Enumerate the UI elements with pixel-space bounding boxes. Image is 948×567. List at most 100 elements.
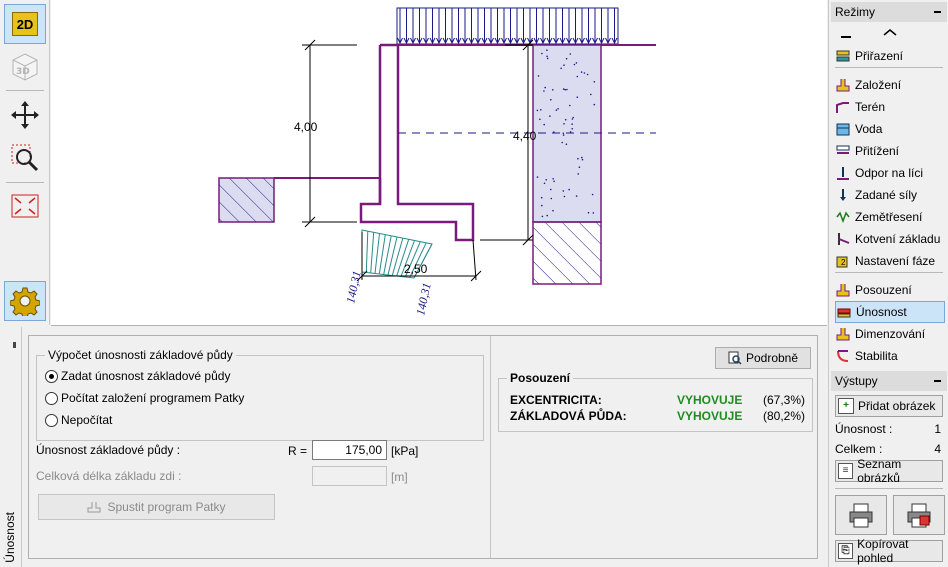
radio-compute-patky[interactable]: Počítat založení programem Patky bbox=[45, 391, 244, 405]
length-input[interactable] bbox=[312, 466, 387, 486]
earthquake-icon bbox=[836, 211, 850, 224]
mode-stability[interactable]: Stabilita bbox=[835, 345, 945, 367]
stage-settings-icon: 2 bbox=[836, 256, 848, 268]
celkem-count: Celkem : 4 bbox=[835, 442, 945, 456]
bottom-panel: Únosnost Výpočet únosnosti základové půd… bbox=[0, 327, 827, 567]
mode-foundation[interactable]: Založení bbox=[835, 74, 945, 96]
minimize-icon[interactable] bbox=[934, 380, 941, 382]
radio-enter-capacity[interactable]: Zadat únosnost základové půdy bbox=[45, 369, 230, 383]
bearing-capacity-icon bbox=[837, 308, 851, 318]
wall-outline bbox=[359, 43, 475, 242]
list-icon: ≡ bbox=[838, 463, 854, 479]
mode-water[interactable]: Voda bbox=[835, 118, 945, 140]
foundation-icon bbox=[836, 79, 850, 92]
printer-icon bbox=[849, 503, 873, 528]
mode-label: Dimenzování bbox=[855, 327, 926, 341]
details-label: Podrobně bbox=[745, 351, 799, 365]
svg-text:2: 2 bbox=[841, 258, 846, 267]
anchoring-icon bbox=[838, 233, 850, 245]
rezimy-header[interactable]: Režimy bbox=[831, 2, 947, 22]
surcharge-icon bbox=[836, 145, 850, 154]
radio-no-compute[interactable]: Nepočítat bbox=[45, 413, 112, 427]
mode-label: Terén bbox=[855, 100, 886, 114]
zoom-window-button[interactable] bbox=[4, 138, 46, 178]
zoom-extents-icon bbox=[11, 194, 39, 218]
print-button[interactable] bbox=[835, 495, 887, 535]
side-tab-label: Únosnost bbox=[3, 512, 17, 563]
vystupy-header[interactable]: Výstupy bbox=[831, 371, 947, 391]
collapse-up-icon[interactable] bbox=[883, 28, 897, 36]
minimize-icon[interactable] bbox=[934, 11, 941, 13]
mode-terrain[interactable]: Terén bbox=[835, 96, 945, 118]
mode-verification[interactable]: Posouzení bbox=[835, 279, 945, 301]
list-pictures-button[interactable]: ≡ Seznam obrázků bbox=[835, 457, 943, 485]
mode-label: Voda bbox=[855, 122, 883, 136]
wall-drawing: 4,00 4,40 2,50 140,31 140,31 bbox=[218, 7, 656, 317]
mode-stage-settings[interactable]: 2 Nastavení fáze bbox=[835, 250, 945, 272]
vystupy-title: Výstupy bbox=[835, 374, 878, 388]
list-pictures-label: Seznam obrázků bbox=[857, 457, 902, 485]
mode-anchoring[interactable]: Kotvení základu bbox=[835, 228, 945, 250]
surcharge-load bbox=[396, 7, 619, 45]
add-picture-button[interactable]: + Přidat obrázek bbox=[835, 395, 943, 417]
radio-circle[interactable] bbox=[45, 413, 58, 427]
mode-label: Stabilita bbox=[855, 349, 898, 363]
mode-label: Únosnost bbox=[856, 305, 907, 319]
radio-no-compute-label: Nepočítat bbox=[61, 413, 113, 427]
length-label: Celková délka základu zdi : bbox=[36, 469, 182, 483]
verification-group: Posouzení EXCENTRICITA: VYHOVUJE (67,3%)… bbox=[498, 371, 813, 432]
mode-label: Kotvení základu bbox=[855, 232, 941, 246]
mode-assign[interactable]: Přiřazení bbox=[835, 45, 945, 67]
2d-view-button[interactable]: 2D bbox=[4, 4, 46, 44]
pan-button[interactable] bbox=[4, 95, 46, 135]
radio-circle[interactable] bbox=[45, 391, 58, 405]
zoom-extents-button[interactable] bbox=[4, 186, 46, 226]
details-button[interactable]: Podrobně bbox=[715, 347, 811, 369]
bearing-capacity-frame: Výpočet únosnosti základové půdy Zadat ú… bbox=[28, 335, 818, 559]
terrain-icon bbox=[836, 102, 849, 113]
right-panel: Režimy Přiřazení Založení Terén Voda Přitíže… bbox=[828, 0, 948, 567]
dim-height2-label: 4,40 bbox=[513, 129, 537, 143]
mode-dimensioning[interactable]: Dimenzování bbox=[835, 323, 945, 345]
mode-label: Zemětřesení bbox=[855, 210, 923, 224]
view-toolbar: 2D 3D bbox=[0, 0, 50, 325]
radio-compute-patky-label: Počítat založení programem Patky bbox=[61, 391, 245, 405]
celkem-count-value: 4 bbox=[934, 442, 941, 456]
mode-applied-forces[interactable]: Zadané síly bbox=[835, 184, 945, 206]
dim-width-label: 2,50 bbox=[404, 262, 428, 276]
3d-cube-icon: 3D bbox=[12, 53, 38, 81]
soil-label: ZÁKLADOVÁ PŮDA: bbox=[510, 409, 627, 423]
copy-view-label: Kopírovat pohled bbox=[857, 537, 909, 565]
verification-icon bbox=[836, 284, 850, 297]
3d-view-button[interactable]: 3D bbox=[4, 46, 46, 86]
water-icon bbox=[836, 123, 850, 136]
front-resistance-icon bbox=[837, 167, 849, 180]
celkem-count-label: Celkem : bbox=[835, 442, 883, 456]
stress-right-label: 140,31 bbox=[413, 281, 434, 316]
drawing-canvas[interactable]: 4,00 4,40 2,50 140,31 140,31 bbox=[51, 0, 827, 326]
mode-label: Přiřazení bbox=[855, 49, 904, 63]
run-patky-button[interactable]: Spustit program Patky bbox=[38, 494, 275, 520]
radio-circle[interactable] bbox=[45, 369, 58, 383]
mode-bearing-capacity[interactable]: Únosnost bbox=[835, 301, 945, 323]
mode-label: Nastavení fáze bbox=[855, 254, 936, 268]
side-tab[interactable]: Únosnost bbox=[0, 327, 22, 567]
settings-button[interactable] bbox=[4, 281, 46, 321]
radio-enter-capacity-label: Zadat únosnost základové půdy bbox=[61, 369, 231, 383]
mode-label: Odpor na líci bbox=[855, 166, 924, 180]
print-preview-button[interactable] bbox=[893, 495, 945, 535]
applied-forces-icon bbox=[840, 189, 846, 201]
excentricity-label: EXCENTRICITA: bbox=[510, 393, 602, 407]
copy-icon: ⎘ bbox=[838, 543, 854, 559]
r-label: R = bbox=[288, 444, 308, 458]
excentricity-percent: (67,3%) bbox=[763, 393, 806, 407]
copy-view-button[interactable]: ⎘ Kopírovat pohled bbox=[835, 537, 943, 565]
mode-earthquake[interactable]: Zemětřesení bbox=[835, 206, 945, 228]
zoom-magnifier-icon bbox=[11, 144, 39, 172]
capacity-r-input[interactable]: 175,00 bbox=[312, 440, 387, 460]
details-magnifier-icon bbox=[728, 351, 742, 365]
mode-surcharge[interactable]: Přitížení bbox=[835, 140, 945, 162]
add-picture-icon: + bbox=[838, 398, 854, 414]
2d-icon: 2D bbox=[12, 12, 38, 36]
mode-front-resistance[interactable]: Odpor na líci bbox=[835, 162, 945, 184]
